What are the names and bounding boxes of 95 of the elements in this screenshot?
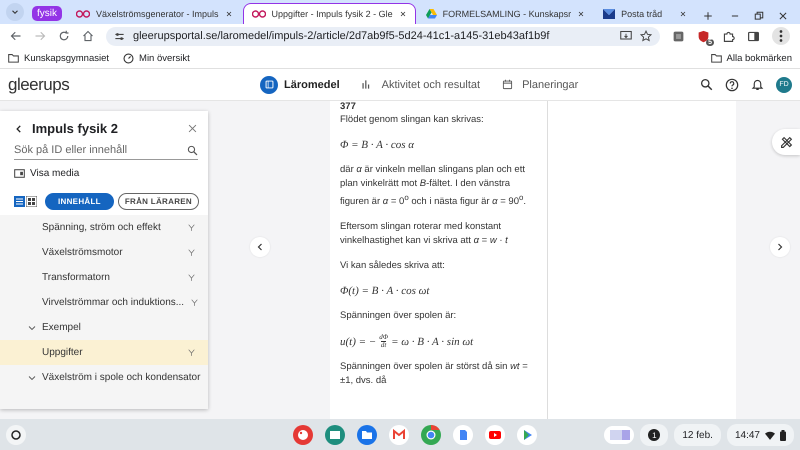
paragraph: Vi kan således skriva att: (340, 259, 446, 274)
sidebar-item[interactable]: Transformatorn (0, 265, 208, 290)
filter-tab[interactable]: FRÅN LÄRAREN (118, 193, 199, 210)
chevron-down-icon (28, 374, 36, 382)
sidebar-item[interactable]: Uppgifter (0, 340, 208, 365)
window-thumbnail-icon[interactable] (604, 426, 634, 444)
side-panel-icon[interactable] (747, 30, 760, 42)
bell-icon[interactable] (751, 78, 764, 91)
ee-logo-icon (76, 10, 90, 18)
browser-tab[interactable]: Uppgifter - Impuls fysik 2 - Gle (242, 3, 416, 24)
paragraph: Spänningen över spolen är: (340, 309, 458, 324)
sidebar-item[interactable]: Växelströmsmotor (0, 240, 208, 265)
formula: Φ(t) = B · A · cos ωt (340, 284, 431, 298)
nav-tab[interactable]: Läromedel (260, 76, 340, 94)
triangle-logo-icon (426, 8, 437, 18)
next-page-button[interactable] (770, 237, 790, 257)
ee-logo-icon (252, 10, 266, 18)
close-icon[interactable] (577, 10, 586, 18)
site-logo[interactable]: gleerups (8, 74, 260, 94)
calendar-icon (502, 79, 513, 90)
search-field[interactable]: Sök på ID eller innehåll (14, 144, 198, 160)
branch-icon (187, 273, 196, 282)
star-icon[interactable] (640, 30, 652, 42)
panel-icon (14, 169, 25, 178)
puzzle-icon[interactable] (722, 30, 735, 42)
sidebar-item[interactable]: Virvelströmmar och induktions... (0, 290, 208, 315)
pencil-ruler-icon (780, 136, 792, 148)
wifi-icon (765, 430, 775, 440)
search-icon (187, 144, 198, 156)
branch-icon (187, 248, 196, 257)
branch-icon (187, 348, 196, 357)
browser-icon[interactable] (421, 425, 442, 445)
nav-tab[interactable]: Aktivitet och resultat (358, 76, 480, 94)
tab-group-label[interactable]: fysik (32, 6, 62, 21)
tools-button[interactable] (772, 129, 800, 155)
restore-icon[interactable] (754, 11, 764, 21)
screen-icon[interactable] (325, 425, 346, 445)
install-icon[interactable] (620, 30, 632, 42)
help-icon[interactable] (725, 78, 739, 92)
list-view-icon[interactable] (14, 196, 25, 207)
shield-icon (697, 30, 710, 42)
close-icon[interactable] (224, 10, 233, 18)
plus-icon[interactable] (703, 11, 714, 21)
sidebar-item[interactable]: Växelström i spole och kondensator (0, 365, 208, 390)
browser-tab[interactable]: Posta tråd (595, 3, 696, 24)
more-menu-icon[interactable] (772, 27, 790, 45)
formula: Φ = B · A · cos α (340, 138, 416, 152)
branch-icon (190, 298, 200, 307)
envelope-logo-icon (603, 8, 616, 18)
status-tray[interactable]: 14:47 (726, 424, 794, 446)
date-button[interactable]: 12 feb. (674, 424, 721, 446)
close-icon[interactable] (398, 10, 407, 18)
branch-icon (187, 223, 196, 232)
circle-icon (11, 430, 21, 440)
chevron-down-icon (28, 324, 36, 332)
close-icon[interactable] (778, 11, 788, 21)
grid-view-icon[interactable] (26, 196, 37, 207)
nav-tab[interactable]: Planeringar (498, 76, 578, 94)
close-icon[interactable] (679, 10, 688, 18)
paragraph: Spänningen över spolen är störst då sin wt = ±1, dvs. då (340, 360, 529, 388)
sidebar-title: Impuls fysik 2 (32, 121, 119, 136)
document-icon[interactable] (453, 425, 474, 445)
folder-icon (710, 53, 722, 63)
previous-page-button[interactable] (250, 237, 270, 257)
book-icon (264, 79, 274, 90)
back-arrow-icon[interactable] (10, 30, 22, 42)
browser-tab[interactable]: Växelströmsgenerator - Impuls (68, 3, 241, 24)
site-settings-icon[interactable] (114, 30, 125, 42)
sidebar-item[interactable]: Exempel (0, 315, 208, 340)
mail-icon[interactable] (389, 425, 410, 445)
bookmark-folder[interactable]: Kunskapsgymnasiet (8, 52, 110, 64)
filter-tab[interactable]: INNEHÅLL (45, 193, 114, 210)
play-button-icon[interactable] (485, 425, 506, 445)
exercise-number: 377 (340, 101, 357, 113)
home-icon[interactable] (82, 30, 94, 42)
chevron-right-icon (776, 243, 784, 251)
search-icon[interactable] (700, 78, 713, 91)
reload-icon[interactable] (58, 30, 70, 42)
sidebar-item[interactable]: Spänning, ström och effekt (0, 215, 208, 240)
paragraph: Eftersom slingan roterar med konstant vinkelhastighet kan vi skriva att α = w · t (340, 220, 509, 248)
folder-icon (8, 53, 19, 63)
launcher-button[interactable] (6, 425, 26, 445)
bookmark-link[interactable]: Min översikt (123, 52, 190, 64)
folder-icon[interactable] (357, 425, 378, 445)
show-media-toggle[interactable]: Visa media (14, 168, 198, 179)
address-bar[interactable]: gleerupsportal.se/laromedel/impuls-2/article/2d7ab9f5-5d24-41c1-a145-31eb43af1b9f (106, 26, 660, 46)
all-bookmarks-button[interactable]: Alla bokmärken (710, 52, 792, 64)
battery-icon (780, 430, 786, 440)
gauge-icon (123, 52, 134, 64)
extension-square-icon[interactable] (672, 30, 685, 42)
notifications-button[interactable]: 1 (640, 424, 668, 446)
paragraph: Flödet genom slingan kan skrivas: (340, 113, 485, 127)
chevron-left-icon (256, 243, 264, 251)
browser-tab[interactable]: FORMELSAMLING - Kunskapsr (418, 3, 594, 24)
paragraph: där α är vinkeln mellan slingans plan och ett plan vinkelrätt mot B-fältet. I den vänstra figuren är α = 0$^{o}$ och i nästa figur är α = 90$^{o}$. (340, 163, 528, 210)
